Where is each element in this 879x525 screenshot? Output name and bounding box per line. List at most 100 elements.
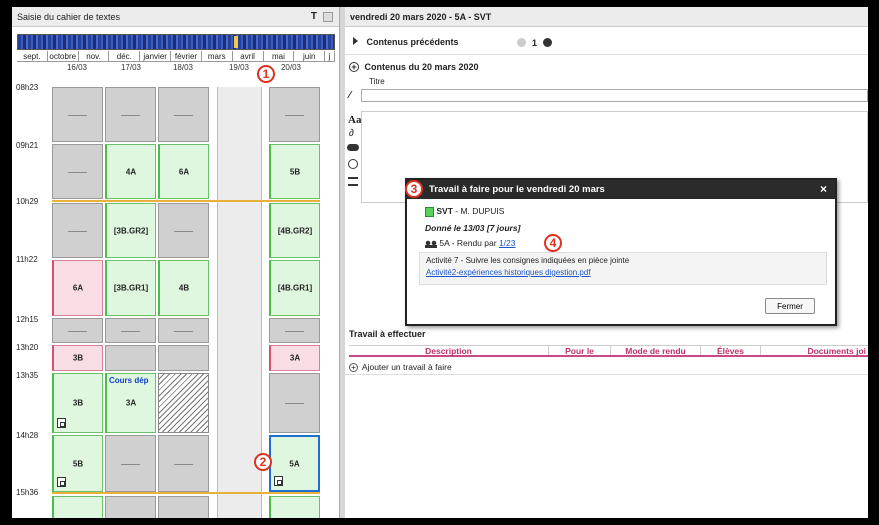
course-cell[interactable]: 3B	[52, 345, 103, 371]
timetable-slot[interactable]	[105, 318, 156, 343]
course-cell[interactable]	[52, 496, 103, 518]
subject-row: SVT - M. DUPUIS	[425, 206, 504, 217]
timetable-slot[interactable]	[52, 318, 103, 343]
column-header[interactable]: Mode de rendu	[611, 346, 701, 356]
course-cell[interactable]: 6A	[52, 260, 103, 316]
timetable-slot[interactable]	[158, 318, 209, 343]
course-label: 3B	[72, 398, 84, 408]
month-label[interactable]: mars	[202, 51, 233, 61]
month-label[interactable]: j	[325, 51, 336, 61]
course-cell[interactable]: 3B	[52, 373, 103, 433]
course-cell[interactable]: [3B.GR2]	[105, 203, 156, 258]
month-label[interactable]: janvier	[140, 51, 172, 61]
timetable-slot[interactable]	[269, 318, 320, 343]
add-work-row[interactable]: + Ajouter un travail à faire	[349, 362, 452, 372]
lock-icon	[274, 476, 283, 486]
timetable-slot[interactable]	[52, 203, 103, 258]
timetable-slot[interactable]	[52, 87, 103, 142]
month-bar[interactable]: sept. octobre nov. déc. janvier février …	[17, 51, 336, 62]
timetable-slot[interactable]	[158, 435, 209, 492]
popup-title: Travail à faire pour le vendredi 20 mars	[429, 184, 605, 195]
time-label: 14h28	[16, 431, 39, 440]
timetable-slot[interactable]	[269, 373, 320, 433]
course-label: 4B	[178, 283, 190, 293]
group-icon	[425, 239, 437, 248]
timetable-slot[interactable]	[105, 345, 156, 371]
course-cell[interactable]: [4B.GR2]	[269, 203, 320, 258]
month-label[interactable]: déc.	[109, 51, 141, 61]
recess-line	[52, 492, 320, 494]
timetable-slot[interactable]	[269, 87, 320, 142]
add-work-label[interactable]: Ajouter un travail à faire	[362, 362, 452, 372]
title-label: Titre	[369, 77, 385, 86]
course-cell[interactable]: 4A	[105, 144, 156, 199]
popup-titlebar: Travail à faire pour le vendredi 20 mars…	[407, 180, 835, 199]
attachment-icon[interactable]: ∂	[349, 128, 354, 139]
timetable-panel: Saisie du cahier de textes T sept. octob…	[12, 7, 340, 518]
month-label[interactable]: nov.	[79, 51, 110, 61]
close-button[interactable]: Fermer	[765, 298, 815, 314]
course-cell[interactable]: [3B.GR1]	[105, 260, 156, 316]
timetable-slot[interactable]	[158, 496, 209, 518]
timetable-slot[interactable]	[158, 87, 209, 142]
previous-contents-row[interactable]: Contenus précédents	[353, 37, 459, 47]
previous-contents-label[interactable]: Contenus précédents	[367, 37, 459, 47]
app-window: Saisie du cahier de textes T sept. octob…	[12, 7, 868, 518]
title-input[interactable]	[361, 89, 868, 102]
add-work-icon[interactable]: +	[349, 363, 358, 372]
prev-count: 1	[532, 38, 538, 48]
timetable-slot[interactable]	[52, 144, 103, 199]
column-header[interactable]: Documents joi	[761, 346, 868, 355]
course-cell[interactable]: 6A	[158, 144, 209, 199]
course-cell[interactable]: 5B	[52, 435, 103, 492]
course-cell[interactable]: 5B	[269, 144, 320, 199]
class-row: 5A - Rendu par 1/23	[425, 238, 515, 248]
course-cell[interactable]: Cours dép 3A	[105, 373, 156, 433]
timetable-slot[interactable]	[158, 203, 209, 258]
callout-marker-3: 3	[405, 180, 423, 198]
timetable-slot[interactable]	[158, 345, 209, 371]
timetable-slot[interactable]	[105, 87, 156, 142]
list-icon[interactable]	[348, 177, 358, 186]
work-section-title: Travail à effectuer	[349, 329, 426, 339]
prev-page-icon[interactable]	[517, 38, 526, 47]
timetable-slot[interactable]	[105, 496, 156, 518]
month-label[interactable]: février	[171, 51, 202, 61]
week-navigator[interactable]	[17, 34, 335, 50]
font-format-icon[interactable]: Aa	[348, 114, 361, 126]
month-label[interactable]: octobre	[48, 51, 79, 61]
contents-row[interactable]: + Contenus du 20 mars 2020	[349, 62, 479, 72]
month-label[interactable]: mai	[264, 51, 295, 61]
rendu-link[interactable]: 1/23	[499, 238, 516, 248]
course-label: 3A	[289, 353, 301, 363]
column-header[interactable]: Description	[349, 346, 549, 356]
column-header[interactable]: Élèves	[701, 346, 761, 356]
lock-icon	[57, 418, 66, 428]
time-label: 10h29	[16, 197, 39, 206]
magic-wand-icon[interactable]: ⁄	[349, 90, 351, 101]
course-label: [4B.GR2]	[277, 226, 313, 235]
course-cell[interactable]: 3A	[269, 345, 320, 371]
course-cell[interactable]: 4B	[158, 260, 209, 316]
attachment-link[interactable]: Activité2-expériences historiques digest…	[426, 268, 820, 277]
time-label: 08h23	[16, 83, 39, 92]
add-content-icon[interactable]: +	[349, 62, 359, 72]
cloud-icon[interactable]	[347, 144, 359, 151]
link-icon[interactable]	[348, 159, 358, 169]
month-label[interactable]: sept.	[17, 51, 48, 61]
course-label: 4A	[125, 167, 137, 176]
course-cell[interactable]	[269, 496, 320, 518]
month-label[interactable]: avril	[233, 51, 264, 61]
timetable-slot[interactable]	[105, 435, 156, 492]
selected-course-cell[interactable]: 5A	[269, 435, 320, 492]
course-cell[interactable]: [4B.GR1]	[269, 260, 320, 316]
course-label: 6A	[72, 283, 84, 293]
cancelled-slot[interactable]	[158, 373, 209, 433]
column-header[interactable]: Pour le	[549, 346, 611, 356]
font-icon[interactable]: T	[311, 12, 317, 22]
window-icon[interactable]	[323, 12, 333, 22]
expand-arrow-icon[interactable]	[353, 37, 358, 45]
month-label[interactable]: juin	[294, 51, 326, 61]
next-page-icon[interactable]	[543, 38, 552, 47]
close-icon[interactable]: ×	[820, 180, 827, 199]
